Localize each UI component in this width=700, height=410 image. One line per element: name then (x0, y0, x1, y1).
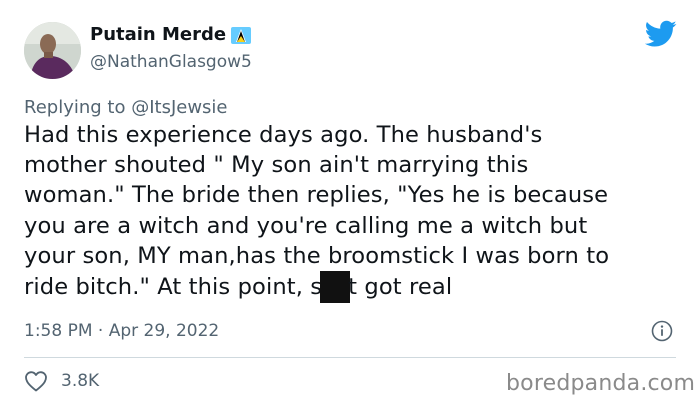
tweet-card: Putain Merde @NathanGlasgow5 Replying to… (0, 0, 700, 410)
like-count: 3.8K (61, 371, 100, 391)
tweet-line: you are a witch and you're calling me a … (24, 212, 588, 239)
tweet-timestamp[interactable]: 1:58 PM · Apr 29, 2022 (24, 320, 219, 342)
heart-icon[interactable] (24, 370, 48, 392)
tweet-line: mother shouted " My son ain't marrying t… (24, 152, 529, 179)
tweet-line: Had this experience days ago. The husban… (24, 122, 543, 148)
author-name-row: Putain Merde (90, 24, 252, 46)
tweet-text-before-censor: ride bitch." At this point, s (24, 274, 323, 301)
author-handle[interactable]: @NathanGlasgow5 (90, 51, 252, 73)
tweet-line: your son, MY man,has the broomstick I wa… (24, 242, 610, 269)
divider (24, 357, 676, 358)
author-display-name[interactable]: Putain Merde (90, 24, 226, 46)
replying-to: Replying to @ItsJewsie (24, 96, 228, 120)
tweet-text-after-censor: t got real (348, 274, 453, 301)
tweet-line: woman." The bride then replies, "Yes he … (24, 182, 609, 209)
twitter-bird-icon[interactable] (644, 20, 677, 48)
saint-lucia-flag-icon (231, 26, 252, 44)
censor-bar (320, 271, 351, 304)
avatar[interactable] (24, 22, 81, 79)
boredpanda-watermark: boredpanda.com (506, 371, 696, 396)
like-action[interactable]: 3.8K (24, 370, 99, 392)
info-icon[interactable] (651, 320, 673, 342)
reply-mention-link[interactable]: @ItsJewsie (131, 97, 227, 118)
tweet-text: Had this experience days ago. The husban… (24, 120, 689, 304)
tweet-line-last: ride bitch." At this point, s t got real (24, 271, 689, 304)
replying-prefix: Replying to (24, 97, 132, 118)
